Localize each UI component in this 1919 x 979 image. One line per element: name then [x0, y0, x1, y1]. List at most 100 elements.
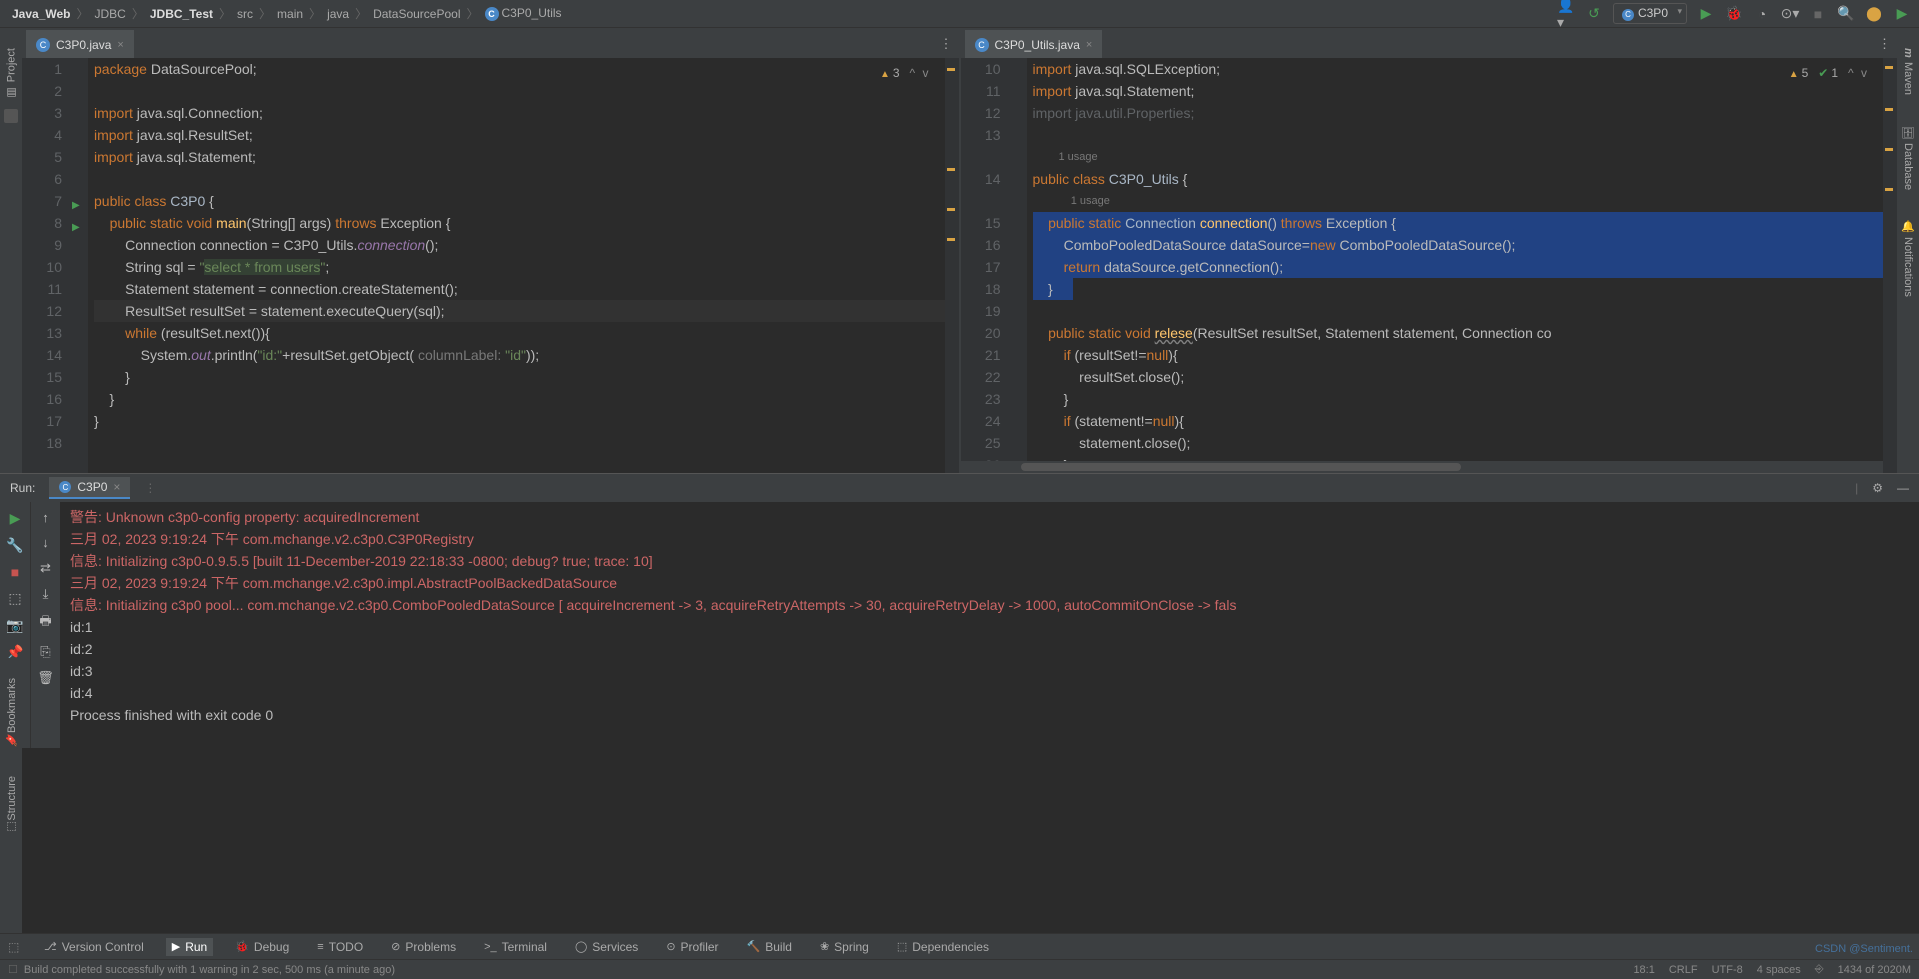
notifications-tool-tab[interactable]: 🔔Notifications	[1902, 220, 1915, 297]
layout-icon[interactable]: ⬚	[8, 590, 21, 607]
app-icon[interactable]: ▶	[1893, 5, 1911, 23]
bottom-tool-spring[interactable]: ❀Spring	[814, 938, 875, 956]
wrench-icon[interactable]: 🔧	[6, 537, 23, 554]
close-icon[interactable]: ×	[1086, 39, 1092, 51]
code-line[interactable]: import java.sql.Connection;	[94, 102, 945, 124]
profile-icon[interactable]: ⊙▾	[1781, 5, 1799, 23]
code-line[interactable]: if (resultSet!=null){	[1033, 344, 1884, 366]
run-config-select[interactable]: CC3P0	[1613, 3, 1687, 24]
wrap-icon[interactable]: ⇄	[40, 560, 51, 576]
code-line[interactable]	[1033, 300, 1884, 322]
console-output[interactable]: 警告: Unknown c3p0-config property: acquir…	[60, 502, 1919, 748]
code-line[interactable]: package DataSourcePool;	[94, 58, 945, 80]
chevron-nav-icon[interactable]: ^ v	[910, 62, 931, 86]
bottom-tool-todo[interactable]: ≡TODO	[311, 938, 369, 956]
close-icon[interactable]: ×	[117, 39, 123, 51]
code-line[interactable]: public static void relese(ResultSet resu…	[1033, 322, 1884, 344]
memory-indicator[interactable]: 1434 of 2020M	[1838, 964, 1911, 976]
coverage-icon[interactable]: ◔	[1753, 5, 1771, 23]
tab-c3p0-utils[interactable]: C C3P0_Utils.java ×	[965, 30, 1103, 58]
debug-icon[interactable]: 🐞	[1725, 5, 1743, 23]
code-line[interactable]: public static Connection connection() th…	[1033, 212, 1884, 234]
bottom-tool-terminal[interactable]: >_Terminal	[478, 938, 553, 956]
export-icon[interactable]: ⎘	[40, 644, 50, 660]
run-tab[interactable]: C C3P0 ×	[49, 477, 130, 499]
bottom-tool-profiler[interactable]: ⊙Profiler	[660, 938, 724, 956]
code-line[interactable]: import java.sql.SQLException;	[1033, 58, 1884, 80]
ok-count[interactable]: 1	[1818, 62, 1838, 86]
search-icon[interactable]: 🔍	[1837, 5, 1855, 23]
horizontal-scrollbar[interactable]	[961, 461, 1884, 473]
tab-more-icon[interactable]: ⋮	[1878, 36, 1891, 52]
code-line[interactable]: public class C3P0 {	[94, 190, 945, 212]
code-line[interactable]: Connection connection = C3P0_Utils.conne…	[94, 234, 945, 256]
project-tool-tab[interactable]: ▤Project	[5, 48, 18, 99]
code-line[interactable]: }	[94, 410, 945, 432]
gear-icon[interactable]: ⚙	[1872, 481, 1883, 495]
code-line[interactable]: }	[1033, 278, 1884, 300]
sync-icon[interactable]: ↺	[1585, 5, 1603, 23]
breadcrumb-item[interactable]: DataSourcePool	[369, 7, 464, 21]
breadcrumb-item[interactable]: Java_Web	[8, 7, 74, 21]
down-icon[interactable]: ↓	[42, 535, 49, 550]
marker-strip[interactable]	[945, 58, 959, 473]
code-line[interactable]: }	[1033, 388, 1884, 410]
print-icon[interactable]: 🖶	[39, 612, 51, 634]
warning-count[interactable]: 5	[1789, 62, 1809, 86]
ide-settings-icon[interactable]: ⬤	[1865, 5, 1883, 23]
line-separator[interactable]: CRLF	[1669, 964, 1698, 976]
code-line[interactable]: 1 usage	[1033, 146, 1884, 168]
breadcrumb-item[interactable]: main	[273, 7, 307, 21]
database-tool-tab[interactable]: 🗄Database	[1902, 125, 1915, 190]
warning-count[interactable]: 3	[880, 62, 900, 86]
toolwindow-quick-icon[interactable]: ⬚	[8, 940, 22, 954]
code-line[interactable]	[94, 432, 945, 454]
marker-strip[interactable]	[1883, 58, 1897, 473]
code-line[interactable]: import java.sql.ResultSet;	[94, 124, 945, 146]
code-line[interactable]: if (statement!=null){	[1033, 410, 1884, 432]
code-line[interactable]: ComboPooledDataSource dataSource=new Com…	[1033, 234, 1884, 256]
bottom-tool-run[interactable]: ▶Run	[166, 938, 213, 956]
rerun-icon[interactable]: ▶	[10, 510, 21, 527]
trash-icon[interactable]: 🗑	[37, 670, 54, 686]
breadcrumb-item[interactable]: CC3P0_Utils	[481, 6, 566, 21]
tab-c3p0[interactable]: C C3P0.java ×	[26, 30, 134, 58]
code-line[interactable]: Statement statement = connection.createS…	[94, 278, 945, 300]
folder-icon[interactable]	[4, 109, 18, 123]
gutter-run-icon[interactable]: ▶	[72, 217, 80, 239]
bookmarks-tool-tab[interactable]: 🔖Bookmarks	[5, 678, 18, 746]
chevron-nav-icon[interactable]: ^ v	[1848, 62, 1869, 86]
code-line[interactable]	[1033, 124, 1884, 146]
lock-icon[interactable]: ⎆	[1815, 963, 1824, 976]
code-line[interactable]: statement.close();	[1033, 432, 1884, 454]
code-line[interactable]: import java.sql.Statement;	[94, 146, 945, 168]
stop-icon[interactable]: ■	[1809, 5, 1827, 23]
code-line[interactable]: 1 usage	[1033, 190, 1884, 212]
file-encoding[interactable]: UTF-8	[1712, 964, 1743, 976]
run-icon[interactable]: ▶	[1697, 5, 1715, 23]
bottom-tool-deps[interactable]: ⬚Dependencies	[891, 938, 995, 956]
code-line[interactable]: import java.util.Properties;	[1033, 102, 1884, 124]
code-line[interactable]: String sql = "select * from users";	[94, 256, 945, 278]
code-line[interactable]: while (resultSet.next()){	[94, 322, 945, 344]
code-line[interactable]: resultSet.close();	[1033, 366, 1884, 388]
code-line[interactable]: }	[94, 366, 945, 388]
scroll-icon[interactable]: ⤓	[43, 586, 49, 602]
code-line[interactable]: public class C3P0_Utils {	[1033, 168, 1884, 190]
code-line[interactable]	[94, 80, 945, 102]
up-icon[interactable]: ↑	[42, 510, 49, 525]
close-icon[interactable]: ×	[113, 480, 120, 494]
bottom-tool-services[interactable]: ◯Services	[569, 938, 644, 956]
maven-tool-tab[interactable]: mMaven	[1902, 48, 1914, 95]
status-square-icon[interactable]: ☐	[8, 963, 18, 976]
structure-tool-tab[interactable]: ⬚Structure	[5, 776, 18, 834]
breadcrumb-item[interactable]: JDBC	[91, 7, 130, 21]
bottom-tool-vcs[interactable]: ⎇Version Control	[38, 938, 150, 956]
code-line[interactable]: import java.sql.Statement;	[1033, 80, 1884, 102]
code-line[interactable]: return dataSource.getConnection();	[1033, 256, 1884, 278]
bottom-tool-debug[interactable]: 🐞Debug	[229, 938, 295, 956]
camera-icon[interactable]: 📷	[6, 617, 23, 634]
breadcrumb-item[interactable]: JDBC_Test	[146, 7, 217, 21]
editor-body-left[interactable]: 3 ^ v 123456789101112131415161718 ▶▶ pac…	[22, 58, 959, 473]
gutter-run-icon[interactable]: ▶	[72, 195, 80, 217]
